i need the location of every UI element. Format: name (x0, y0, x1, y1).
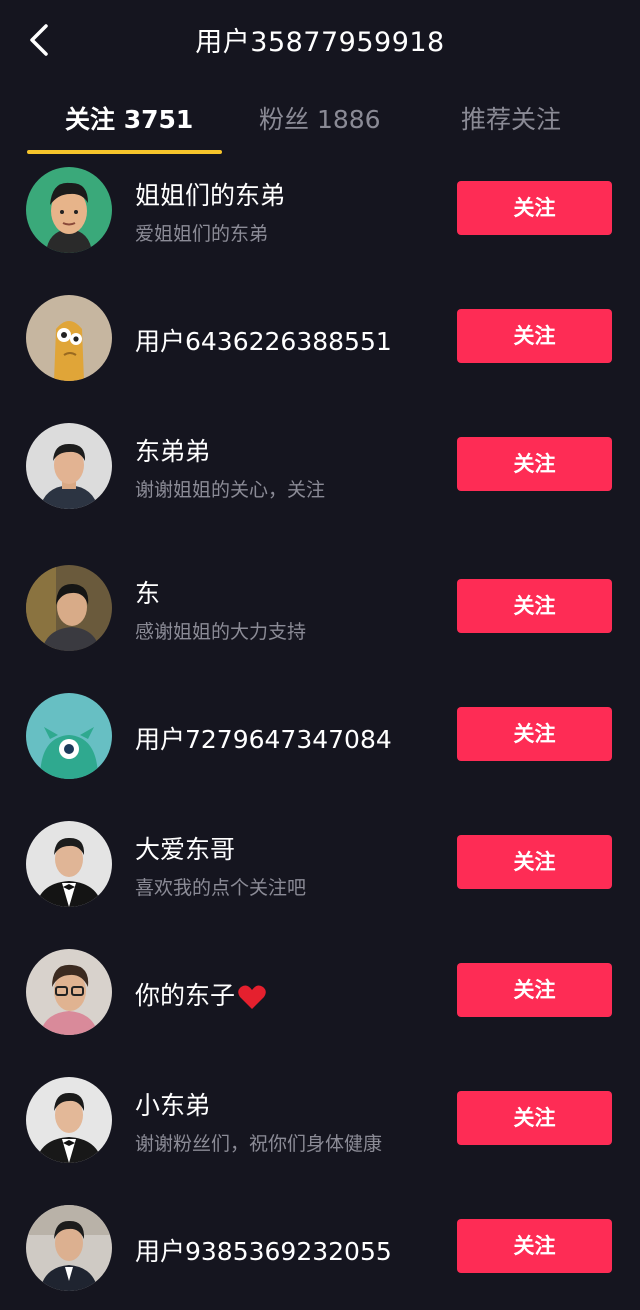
user-name: 姐姐们的东弟 (135, 181, 286, 210)
user-name: 你的东子 (135, 976, 267, 1012)
list-item[interactable]: 东 感谢姐姐的大力支持 关注 (0, 558, 640, 668)
page-title: 用户35877959918 (195, 27, 445, 58)
tab-bar: 关注 3751 粉丝 1886 推荐关注 (0, 90, 640, 158)
user-name: 东弟弟 (135, 437, 211, 466)
tab-recommended[interactable]: 推荐关注 (461, 100, 561, 136)
avatar[interactable] (26, 1077, 112, 1163)
user-desc: 谢谢粉丝们，祝你们身体健康 (135, 1133, 383, 1155)
user-name: 大爱东哥 (135, 835, 236, 864)
top-bar: 用户35877959918 (0, 0, 640, 80)
follow-button[interactable]: 关注 (457, 707, 612, 761)
follow-button[interactable]: 关注 (457, 963, 612, 1017)
follow-button[interactable]: 关注 (457, 309, 612, 363)
follow-button[interactable]: 关注 (457, 1091, 612, 1145)
avatar[interactable] (26, 295, 112, 381)
avatar[interactable] (26, 1205, 112, 1291)
list-item[interactable]: 小东弟 谢谢粉丝们，祝你们身体健康 关注 (0, 1070, 640, 1180)
user-name: 东 (135, 579, 161, 608)
follow-button[interactable]: 关注 (457, 1219, 612, 1273)
tab-followers[interactable]: 粉丝 1886 (259, 100, 381, 136)
avatar[interactable] (26, 693, 112, 779)
follow-button[interactable]: 关注 (457, 181, 612, 235)
follow-button[interactable]: 关注 (457, 579, 612, 633)
user-name: 用户6436226388551 (135, 327, 392, 356)
avatar[interactable] (26, 167, 112, 253)
list-item[interactable]: 姐姐们的东弟 爱姐姐们的东弟 关注 (0, 160, 640, 270)
heart-icon (238, 985, 266, 1009)
list-item[interactable]: 用户7279647347084 关注 (0, 686, 640, 796)
user-name: 用户9385369232055 (135, 1237, 392, 1266)
user-name: 小东弟 (135, 1091, 211, 1120)
follow-button[interactable]: 关注 (457, 835, 612, 889)
follow-button[interactable]: 关注 (457, 437, 612, 491)
avatar[interactable] (26, 949, 112, 1035)
list-item[interactable]: 用户6436226388551 关注 (0, 288, 640, 398)
user-desc: 爱姐姐们的东弟 (135, 223, 269, 245)
list-item[interactable]: 大爱东哥 喜欢我的点个关注吧 关注 (0, 814, 640, 924)
user-desc: 喜欢我的点个关注吧 (135, 877, 307, 899)
avatar[interactable] (26, 423, 112, 509)
tab-following[interactable]: 关注 3751 (65, 100, 193, 136)
user-desc: 谢谢姐姐的关心，关注 (135, 479, 326, 501)
list-item[interactable]: 你的东子 关注 (0, 942, 640, 1052)
list-item[interactable]: 用户9385369232055 关注 (0, 1198, 640, 1308)
active-tab-indicator (27, 150, 222, 154)
user-name-text: 你的东子 (135, 981, 236, 1010)
user-name: 用户7279647347084 (135, 725, 392, 754)
user-desc: 感谢姐姐的大力支持 (135, 621, 307, 643)
avatar[interactable] (26, 821, 112, 907)
avatar[interactable] (26, 565, 112, 651)
list-item[interactable]: 东弟弟 谢谢姐姐的关心，关注 关注 (0, 416, 640, 526)
